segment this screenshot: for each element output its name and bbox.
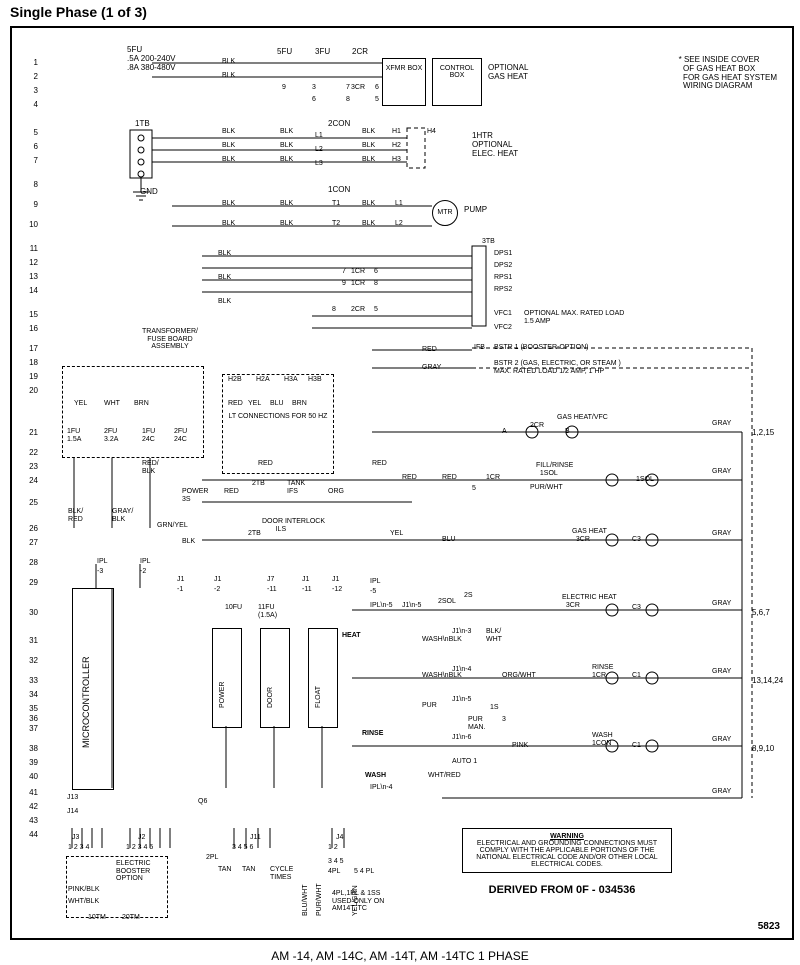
diagram-frame: 1 2 3 4 5 6 7 8 9 10 11 12 13 14 15 16 1… [10, 26, 794, 940]
page-title: Single Phase (1 of 3) [10, 4, 147, 20]
wiring-svg [12, 28, 792, 938]
caption: AM -14, AM -14C, AM -14T, AM -14TC 1 PHA… [0, 949, 800, 963]
